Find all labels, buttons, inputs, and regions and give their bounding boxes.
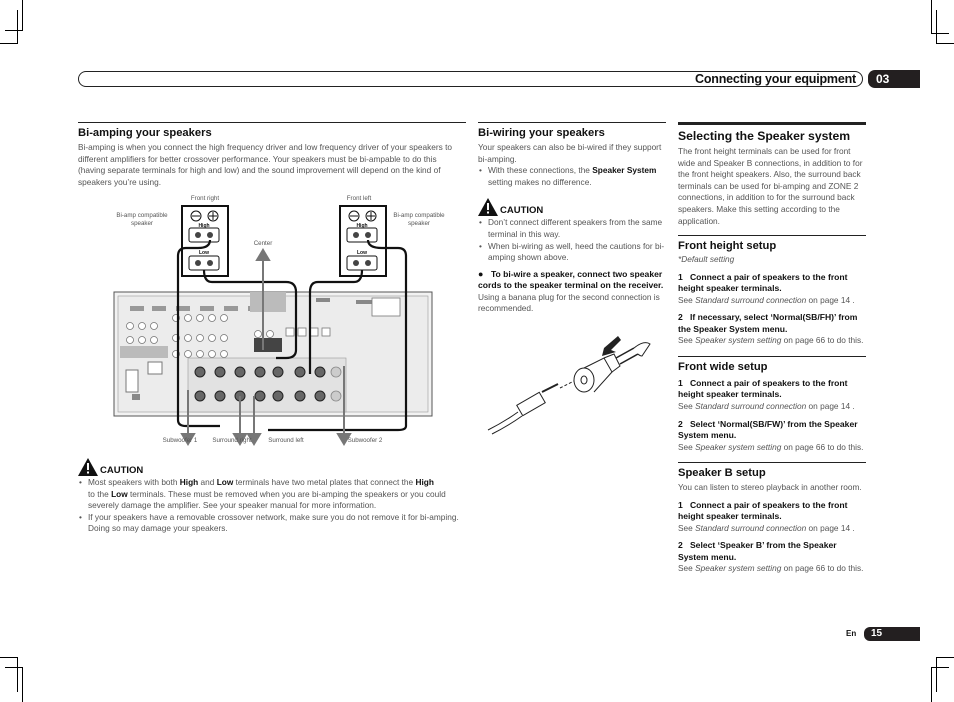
label-center: Center xyxy=(253,240,273,247)
label-surround-right: Surround right xyxy=(212,437,252,444)
link[interactable]: Standard surround connection xyxy=(695,401,806,411)
speaker-b-intro: You can listen to stereo playback in ano… xyxy=(678,482,862,493)
caution-label: CAUTION xyxy=(100,465,144,476)
step: 1 Connect a pair of speakers to the fron… xyxy=(678,499,848,522)
biwiring-title: Bi-wiring your speakers xyxy=(478,127,605,139)
banana-plug-illustration xyxy=(487,336,651,435)
caution-item: Don’t connect different speakers from th… xyxy=(478,217,666,240)
speaker-system-title: Selecting the Speaker system xyxy=(678,129,851,143)
front-wide-title: Front wide setup xyxy=(678,360,768,373)
warning-icon xyxy=(478,198,498,217)
caution-item: If your speakers have a removable crosso… xyxy=(78,512,468,535)
link[interactable]: Speaker system setting xyxy=(695,442,781,452)
biamp-section: Bi-amping your speakers Bi-amping is whe… xyxy=(78,122,466,188)
speaker-b-title: Speaker B setup xyxy=(678,467,766,480)
step-see: See Standard surround connection on page… xyxy=(678,294,855,305)
biamp-title: Bi-amping your speakers xyxy=(78,127,212,139)
biwiring-intro: Your speakers can also be bi-wired if th… xyxy=(478,142,662,164)
label-high-2: High xyxy=(356,223,368,229)
step-see: See Standard surround connection on page… xyxy=(678,522,855,533)
label-front-right: Front right xyxy=(190,195,220,202)
label-low-2: Low xyxy=(357,250,367,256)
label-low-1: Low xyxy=(199,250,209,256)
step: 2 Select ‘Normal(SB/FW)’ from the Speake… xyxy=(678,418,858,441)
caution-label: CAUTION xyxy=(500,205,544,217)
caution-item: When bi-wiring as well, heed the caution… xyxy=(478,241,666,264)
speaker-system-intro: The front height terminals can be used f… xyxy=(678,146,863,226)
step: 2 Select ‘Speaker B’ from the Speaker Sy… xyxy=(678,540,837,562)
label-subwoofer-2: Subwoofer 2 xyxy=(347,437,383,444)
warning-icon xyxy=(78,458,98,476)
link[interactable]: Standard surround connection xyxy=(695,295,806,305)
default-setting-note: *Default setting xyxy=(678,254,735,265)
biamp-body: Bi-amping is when you connect the high f… xyxy=(78,142,453,187)
step: 2 If necessary, select ‘Normal(SB/FH)’ f… xyxy=(678,312,858,334)
step-see: See Speaker system setting on page 66 to… xyxy=(678,563,864,574)
speaker-front-right xyxy=(181,205,229,277)
biwiring-bullet: With these connections, the Speaker Syst… xyxy=(478,165,666,188)
page-number: 15 xyxy=(864,627,920,641)
speaker-front-left xyxy=(339,205,387,277)
step: 1 Connect a pair of speakers to the fron… xyxy=(678,271,848,294)
label-biamp-speaker-1: Bi-amp compatible speaker xyxy=(116,212,168,227)
biwire-instruction-note: Using a banana plug for the second conne… xyxy=(478,291,660,314)
link[interactable]: Standard surround connection xyxy=(695,523,806,533)
speaker-system-section: Selecting the Speaker system The front h… xyxy=(678,122,866,575)
label-high-1: High xyxy=(198,223,210,229)
front-height-title: Front height setup xyxy=(678,240,777,253)
label-surround-left: Surround left xyxy=(268,437,304,444)
label-subwoofer-1: Subwoofer 1 xyxy=(162,437,198,444)
link[interactable]: Speaker system setting xyxy=(695,335,781,345)
biwire-instruction: ● To bi-wire a speaker, connect two spea… xyxy=(478,268,664,291)
caution-item: Most speakers with both High and Low ter… xyxy=(78,477,468,512)
biamp-caution: CAUTION Most speakers with both High and… xyxy=(78,458,468,535)
label-biamp-speaker-2: Bi-amp compatible speaker xyxy=(393,212,445,227)
step-see: See Speaker system setting on page 66 to… xyxy=(678,335,864,346)
step-see: See Speaker system setting on page 66 to… xyxy=(678,441,864,452)
language-label: En xyxy=(846,629,857,638)
label-front-left: Front left xyxy=(346,195,372,202)
step-see: See Standard surround connection on page… xyxy=(678,400,855,411)
step: 1 Connect a pair of speakers to the fron… xyxy=(678,377,848,400)
biwiring-section: Bi-wiring your speakers Your speakers ca… xyxy=(478,122,666,315)
biamp-diagram xyxy=(113,205,433,446)
chapter-number: 03 xyxy=(868,70,920,88)
section-title: Connecting your equipment xyxy=(695,72,856,86)
link[interactable]: Speaker system setting xyxy=(695,563,781,573)
